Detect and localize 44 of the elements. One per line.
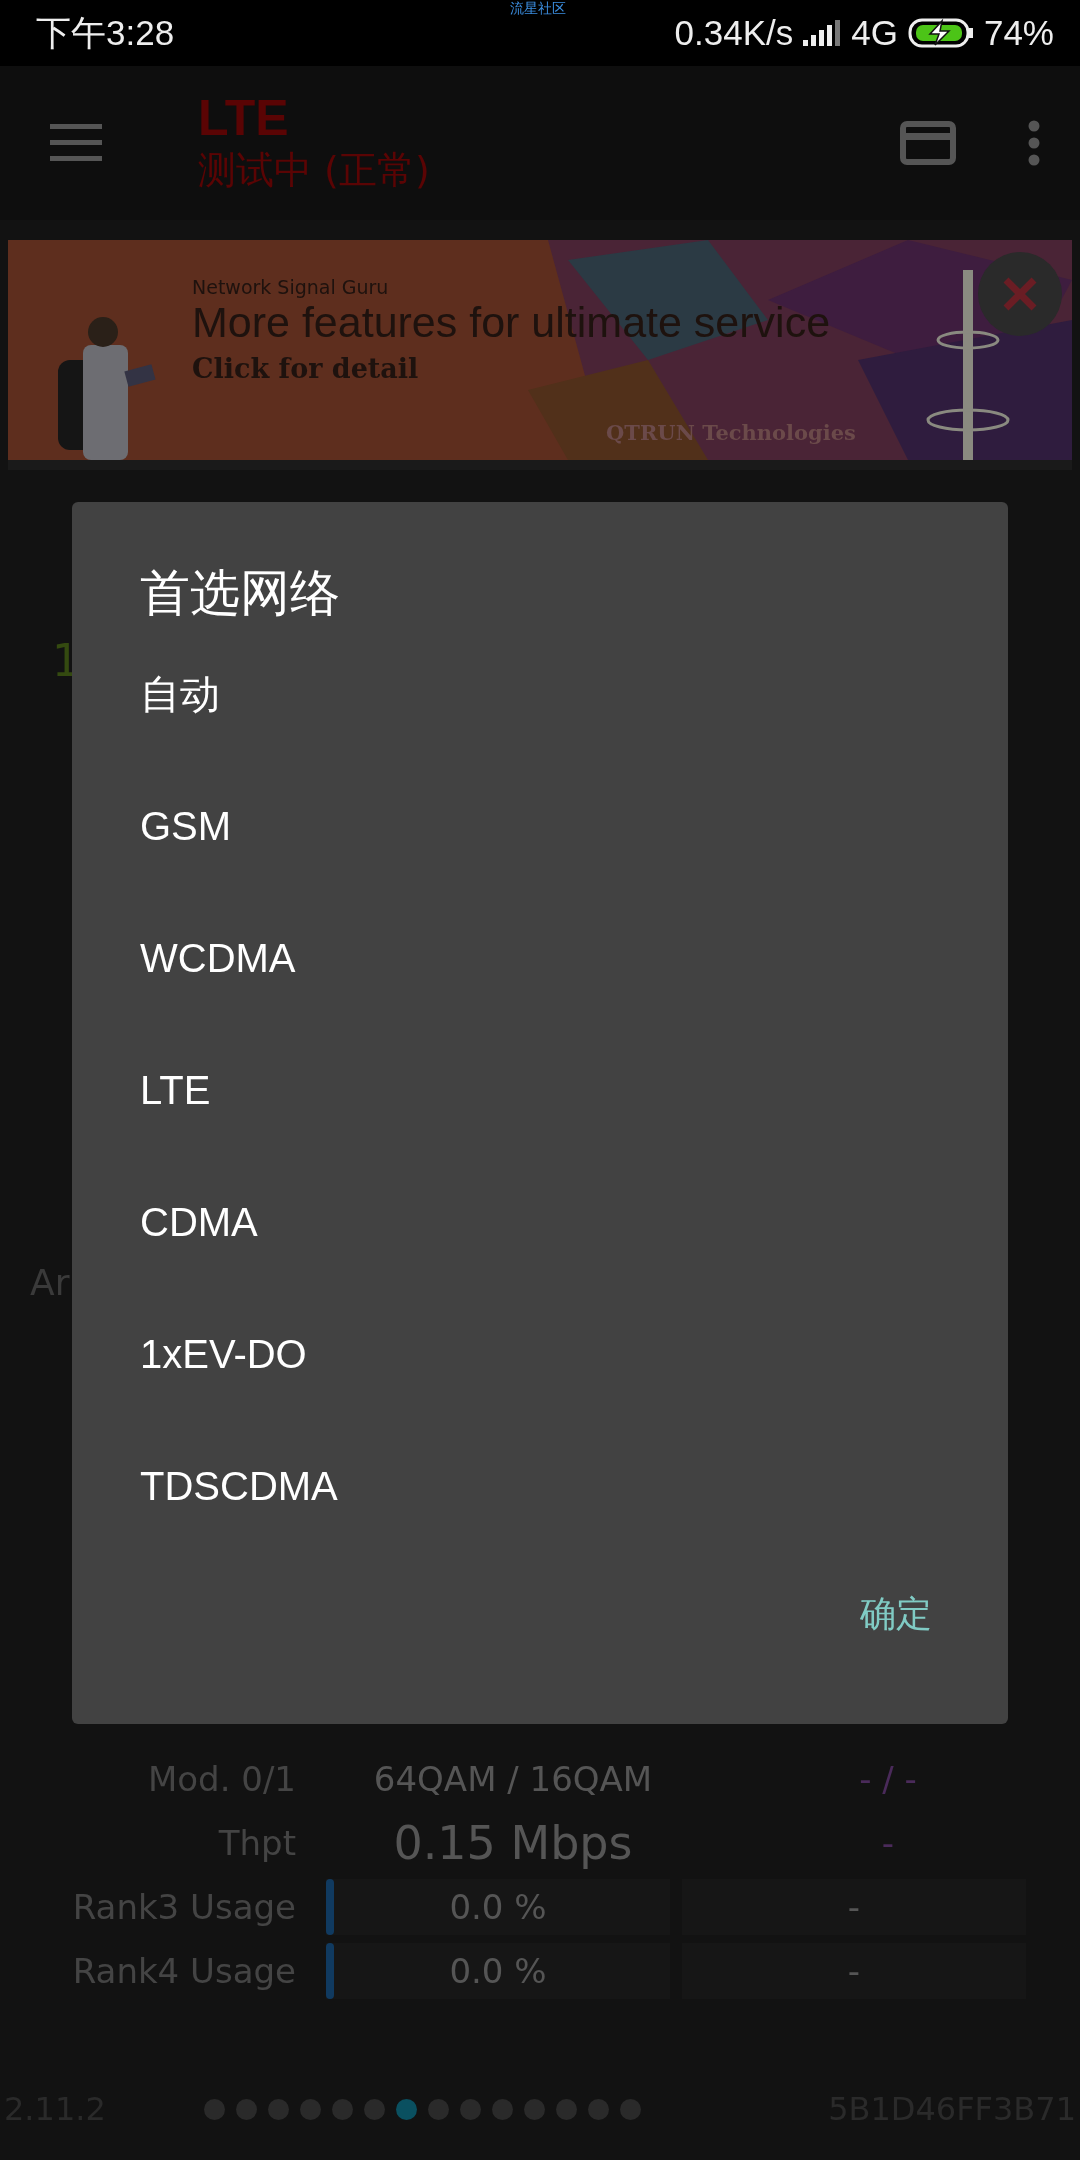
dialog-title: 首选网络 — [140, 563, 341, 624]
status-note: 流星社区 — [510, 0, 566, 18]
page-dot[interactable] — [299, 2098, 321, 2120]
page-dot[interactable] — [459, 2098, 481, 2120]
value-cell: 0.0 % — [326, 1943, 670, 1999]
battery-percent: 74% — [983, 13, 1054, 53]
network-option[interactable]: 自动 — [140, 668, 1008, 800]
other-cell: - — [682, 1943, 1026, 1999]
page-dot[interactable] — [235, 2098, 257, 2120]
page-dot[interactable] — [491, 2098, 513, 2120]
page-dot[interactable] — [427, 2098, 449, 2120]
card-icon[interactable] — [900, 121, 956, 165]
other-value: - / - — [858, 1759, 918, 1799]
app-title: LTE — [198, 90, 290, 146]
other-cell: - — [682, 1879, 1026, 1935]
app-subtitle: 测试中 (正常) — [198, 146, 431, 194]
signal-icon — [803, 20, 842, 46]
value-cell: 0.0 % — [326, 1879, 670, 1935]
page-dot[interactable] — [523, 2098, 545, 2120]
network-option[interactable]: 1xEV-DO — [140, 1328, 1008, 1460]
page-dot[interactable] — [331, 2098, 353, 2120]
page-dot[interactable] — [267, 2098, 289, 2120]
page-dot[interactable] — [619, 2098, 641, 2120]
menu-icon[interactable] — [50, 124, 102, 162]
page-dot[interactable] — [587, 2098, 609, 2120]
network-type: 4G — [851, 13, 898, 53]
network-option[interactable]: LTE — [140, 1064, 1008, 1196]
other-value: - — [880, 1823, 896, 1863]
close-icon[interactable] — [978, 252, 1062, 336]
network-option[interactable]: GSM — [140, 800, 1008, 932]
banner-link: Click for detail — [192, 353, 420, 384]
status-time: 下午3:28 — [36, 11, 175, 54]
network-option[interactable]: CDMA — [140, 1196, 1008, 1328]
network-option[interactable]: WCDMA — [140, 932, 1008, 1064]
banner-brand: Network Signal Guru — [192, 276, 390, 298]
battery-icon — [907, 18, 974, 48]
more-icon[interactable] — [1028, 120, 1040, 166]
page-dot[interactable] — [555, 2098, 577, 2120]
page-dot[interactable] — [203, 2098, 225, 2120]
page-dot[interactable] — [395, 2098, 417, 2120]
throughput-value: 0.15 Mbps — [392, 1816, 634, 1870]
network-speed: 0.34K/s — [674, 13, 794, 53]
row-value: 64QAM / 16QAM — [372, 1759, 654, 1799]
page-dot[interactable] — [363, 2098, 385, 2120]
